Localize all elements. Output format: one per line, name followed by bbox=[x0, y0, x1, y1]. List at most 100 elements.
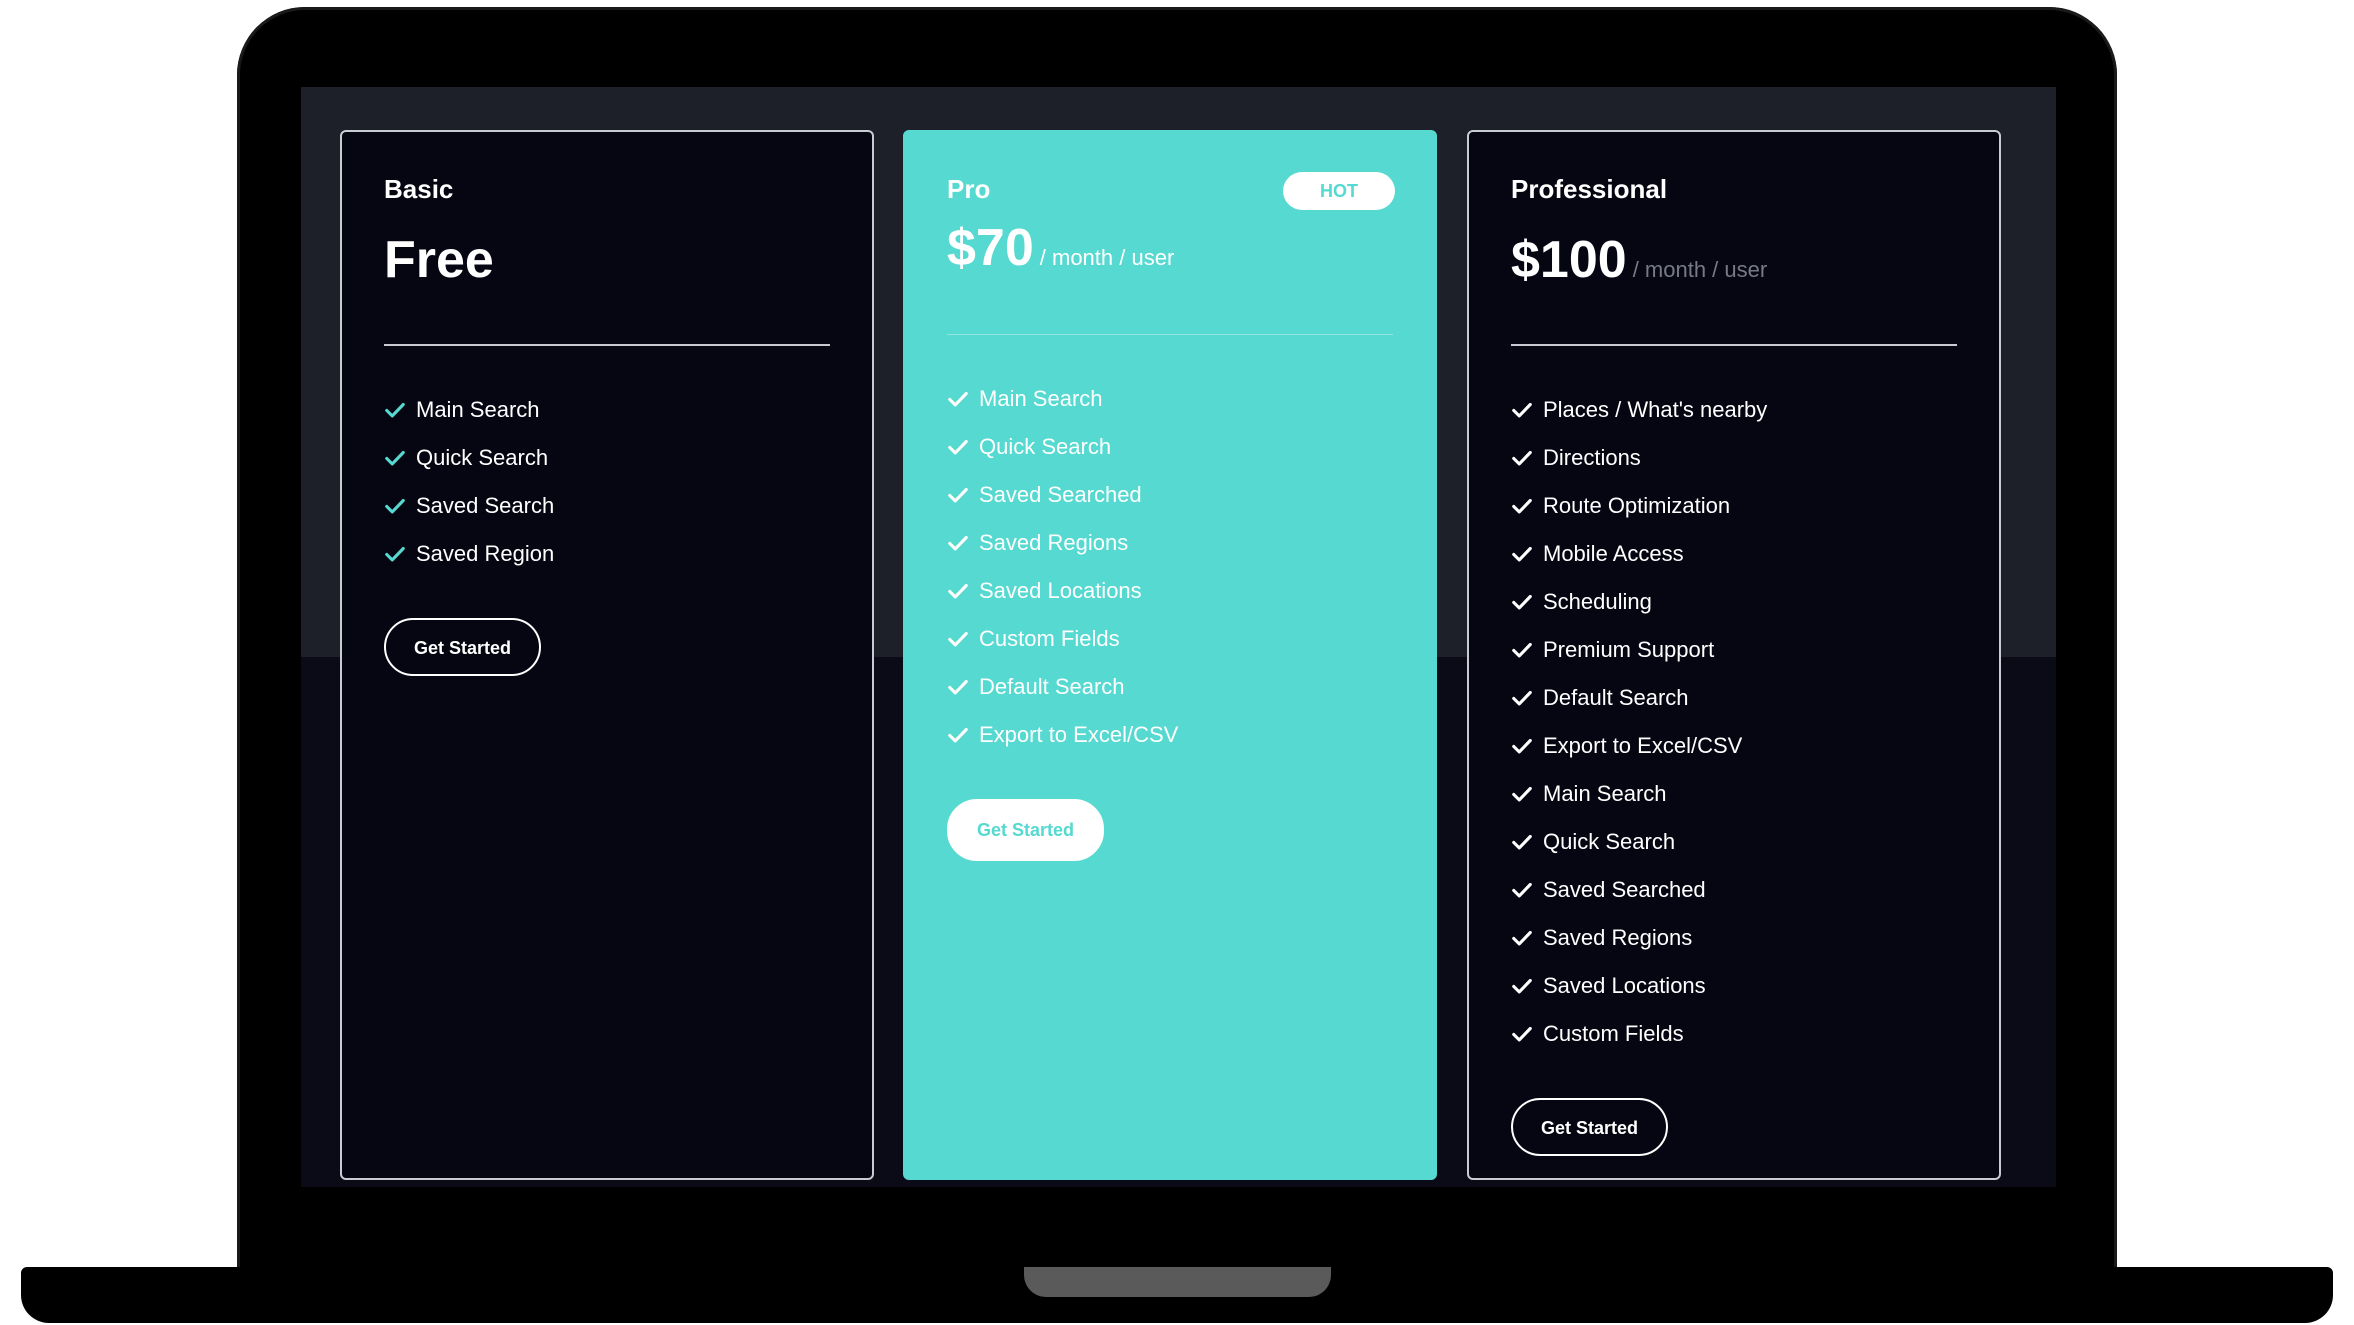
feature-label: Quick Search bbox=[979, 434, 1112, 459]
price-row: $100 / month / user bbox=[1511, 230, 1957, 290]
feature-label: Saved Searched bbox=[1543, 877, 1706, 902]
feature-item: Places / What's nearby bbox=[1511, 386, 1957, 434]
feature-item: Saved Searched bbox=[947, 471, 1393, 519]
check-icon bbox=[948, 727, 968, 743]
feature-item: Quick Search bbox=[947, 423, 1393, 471]
feature-item: Custom Fields bbox=[1511, 1010, 1957, 1058]
feature-item: Saved Region bbox=[384, 530, 830, 578]
feature-label: Export to Excel/CSV bbox=[979, 722, 1179, 747]
feature-list: Main Search Quick Search Saved Searched Sav… bbox=[947, 375, 1393, 759]
check-icon bbox=[1512, 834, 1532, 850]
feature-label: Saved Region bbox=[416, 541, 555, 566]
check-icon bbox=[1512, 594, 1532, 610]
feature-item: Saved Regions bbox=[1511, 914, 1957, 962]
feature-item: Quick Search bbox=[1511, 818, 1957, 866]
check-icon bbox=[385, 498, 405, 514]
feature-item: Saved Regions bbox=[947, 519, 1393, 567]
feature-item: Quick Search bbox=[384, 434, 830, 482]
feature-label: Custom Fields bbox=[979, 626, 1120, 651]
feature-label: Directions bbox=[1543, 445, 1641, 470]
price-row: Free bbox=[384, 230, 830, 290]
feature-label: Saved Locations bbox=[1543, 973, 1706, 998]
get-started-button[interactable]: Get Started bbox=[947, 799, 1105, 861]
feature-item: Saved Searched bbox=[1511, 866, 1957, 914]
feature-item: Custom Fields bbox=[947, 615, 1393, 663]
check-icon bbox=[1512, 642, 1532, 658]
feature-label: Custom Fields bbox=[1543, 1021, 1684, 1046]
feature-list: Places / What's nearby Directions Route Op… bbox=[1511, 386, 1957, 1058]
feature-label: Mobile Access bbox=[1543, 541, 1684, 566]
feature-label: Route Optimization bbox=[1543, 493, 1731, 518]
feature-label: Saved Searched bbox=[979, 482, 1142, 507]
check-icon bbox=[1512, 882, 1532, 898]
feature-item: Saved Locations bbox=[947, 567, 1393, 615]
feature-label: Quick Search bbox=[1543, 829, 1676, 854]
check-icon bbox=[1512, 690, 1532, 706]
feature-item: Main Search bbox=[947, 375, 1393, 423]
feature-label: Saved Search bbox=[416, 493, 555, 518]
feature-label: Saved Locations bbox=[979, 578, 1142, 603]
check-icon bbox=[948, 391, 968, 407]
check-icon bbox=[385, 450, 405, 466]
check-icon bbox=[948, 631, 968, 647]
feature-label: Places / What's nearby bbox=[1543, 397, 1768, 422]
feature-item: Default Search bbox=[947, 663, 1393, 711]
check-icon bbox=[948, 535, 968, 551]
check-icon bbox=[385, 546, 405, 562]
check-icon bbox=[1512, 498, 1532, 514]
plan-name: Basic bbox=[384, 174, 454, 204]
divider bbox=[1511, 344, 1957, 346]
feature-item: Export to Excel/CSV bbox=[947, 711, 1393, 759]
plan-price: $70 bbox=[947, 219, 1034, 277]
feature-label: Main Search bbox=[416, 397, 540, 422]
divider bbox=[947, 334, 1393, 335]
feature-item: Premium Support bbox=[1511, 626, 1957, 674]
pricing-card-pro: HOT Pro $70 / month / user Main Search Qu… bbox=[903, 130, 1437, 1180]
feature-item: Saved Locations bbox=[1511, 962, 1957, 1010]
plan-period: / month / user bbox=[1632, 257, 1768, 282]
check-icon bbox=[1512, 402, 1532, 418]
check-icon bbox=[1512, 738, 1532, 754]
laptop-notch bbox=[1024, 1267, 1331, 1297]
check-icon bbox=[1512, 978, 1532, 994]
feature-item: Main Search bbox=[1511, 770, 1957, 818]
pricing-card-professional: Professional $100 / month / user Places … bbox=[1467, 130, 2001, 1180]
check-icon bbox=[948, 439, 968, 455]
feature-label: Main Search bbox=[1543, 781, 1667, 806]
screen: Basic Free Main Search Quick Search Saved … bbox=[301, 87, 2056, 1187]
feature-item: Route Optimization bbox=[1511, 482, 1957, 530]
check-icon bbox=[1512, 930, 1532, 946]
feature-label: Premium Support bbox=[1543, 637, 1715, 662]
feature-label: Default Search bbox=[1543, 685, 1689, 710]
check-icon bbox=[1512, 1026, 1532, 1042]
plan-price: $100 bbox=[1511, 231, 1627, 289]
feature-item: Main Search bbox=[384, 386, 830, 434]
feature-label: Main Search bbox=[979, 386, 1103, 411]
check-icon bbox=[948, 679, 968, 695]
feature-item: Scheduling bbox=[1511, 578, 1957, 626]
feature-item: Default Search bbox=[1511, 674, 1957, 722]
feature-item: Saved Search bbox=[384, 482, 830, 530]
plan-period: / month / user bbox=[1039, 245, 1175, 270]
price-row: $70 / month / user bbox=[947, 218, 1393, 278]
divider bbox=[384, 344, 830, 346]
feature-label: Default Search bbox=[979, 674, 1125, 699]
check-icon bbox=[1512, 546, 1532, 562]
feature-label: Saved Regions bbox=[1543, 925, 1693, 950]
feature-list: Main Search Quick Search Saved Search Saved… bbox=[384, 386, 830, 578]
check-icon bbox=[1512, 450, 1532, 466]
get-started-button[interactable]: Get Started bbox=[384, 618, 542, 676]
feature-item: Mobile Access bbox=[1511, 530, 1957, 578]
feature-item: Directions bbox=[1511, 434, 1957, 482]
feature-label: Export to Excel/CSV bbox=[1543, 733, 1743, 758]
check-icon bbox=[1512, 786, 1532, 802]
feature-label: Saved Regions bbox=[979, 530, 1129, 555]
check-icon bbox=[948, 583, 968, 599]
check-icon bbox=[385, 402, 405, 418]
feature-label: Quick Search bbox=[416, 445, 549, 470]
pricing-card-basic: Basic Free Main Search Quick Search Saved … bbox=[340, 130, 874, 1180]
feature-item: Export to Excel/CSV bbox=[1511, 722, 1957, 770]
get-started-button[interactable]: Get Started bbox=[1511, 1098, 1669, 1156]
hot-badge: HOT bbox=[1283, 172, 1395, 210]
check-icon bbox=[948, 487, 968, 503]
